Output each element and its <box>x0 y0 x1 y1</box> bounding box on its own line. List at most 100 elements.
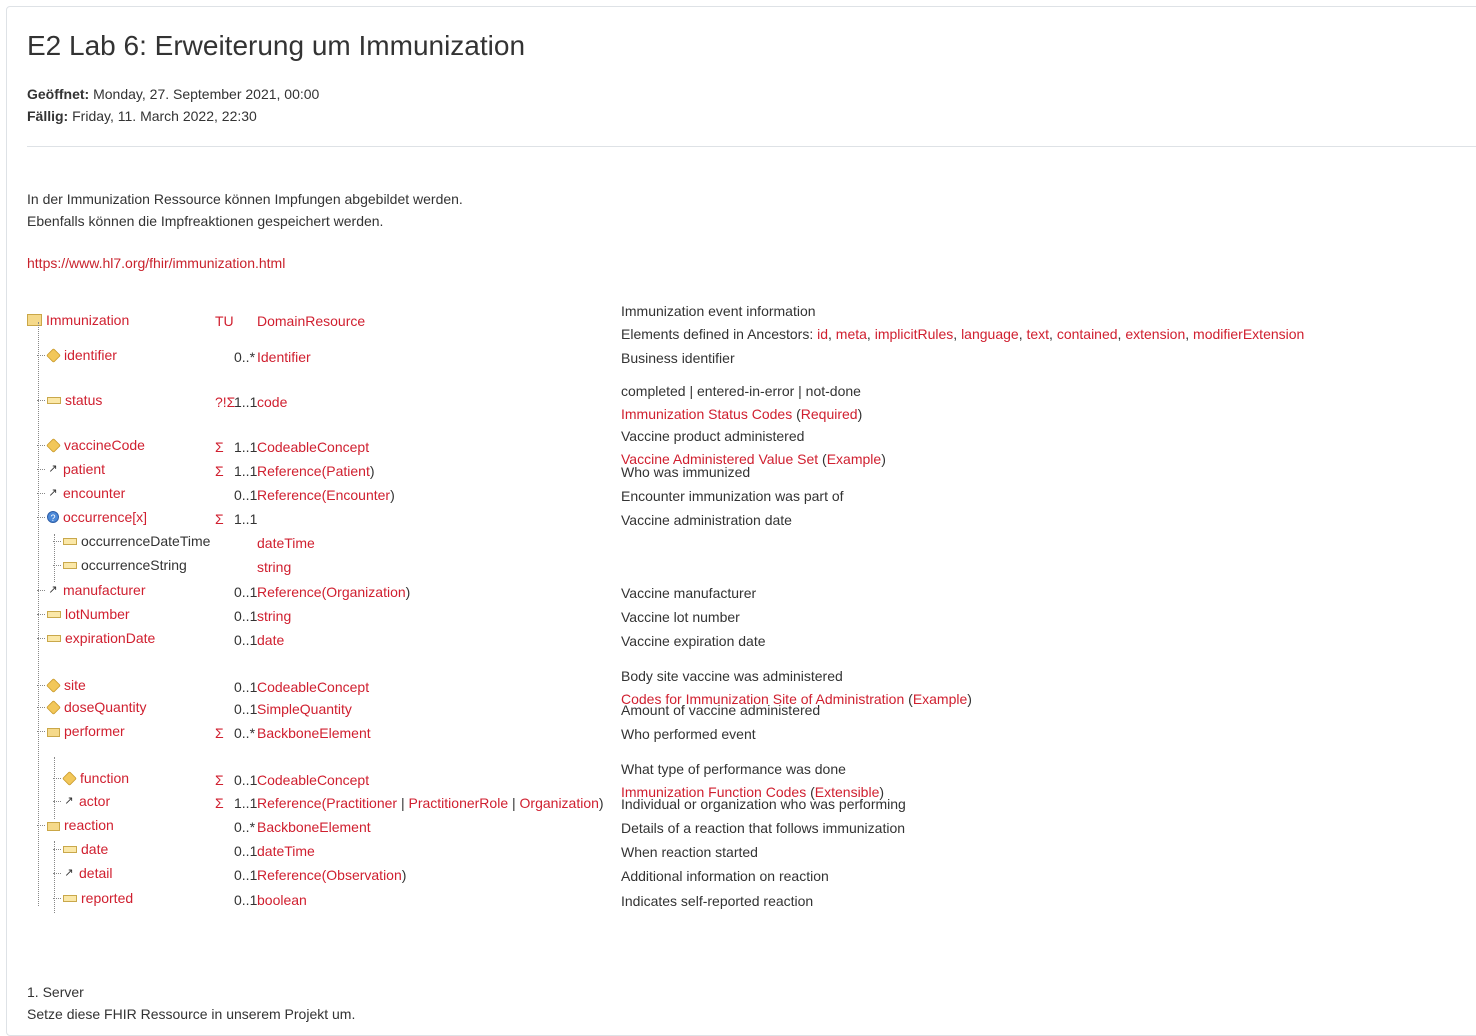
target-link[interactable]: PractitionerRole <box>409 795 509 811</box>
element-link[interactable]: identifier <box>64 347 117 363</box>
element-row: identifier 0..* Identifier Business identif… <box>27 347 1457 371</box>
description-line: Vaccine expiration date <box>621 633 766 649</box>
element-link[interactable]: site <box>64 677 86 693</box>
target-link[interactable]: Patient <box>326 463 370 479</box>
reference-icon: ↗ <box>48 463 58 475</box>
flags: Σ <box>215 795 224 811</box>
type-link[interactable]: Reference <box>257 795 322 811</box>
cardinality: 0..1 <box>234 843 258 859</box>
element-link[interactable]: vaccineCode <box>64 437 145 453</box>
primitive-icon <box>63 537 77 545</box>
type-link[interactable]: date <box>257 632 284 648</box>
type-link[interactable]: BackboneElement <box>257 819 371 835</box>
ancestor-link[interactable]: implicitRules <box>875 326 954 342</box>
tree-guide <box>54 534 55 582</box>
type-link[interactable]: boolean <box>257 892 307 908</box>
element-link[interactable]: expirationDate <box>65 630 155 646</box>
description-line: Vaccine product administered <box>621 428 805 444</box>
ancestor-link[interactable]: text <box>1026 326 1049 342</box>
cardinality: 0..* <box>234 819 256 835</box>
element-link[interactable]: date <box>81 841 108 857</box>
element-link[interactable]: performer <box>64 723 125 739</box>
description: Vaccine expiration date <box>621 630 766 653</box>
type-link[interactable]: string <box>257 559 291 575</box>
element-row: occurrenceDateTime dateTime <box>27 533 1457 557</box>
ancestor-link[interactable]: meta <box>836 326 867 342</box>
element-name: ↗ detail <box>53 865 112 881</box>
cardinality: 1..1 <box>234 463 258 479</box>
element-link[interactable]: manufacturer <box>63 582 145 598</box>
page-title: E2 Lab 6: Erweiterung um Immunization <box>27 30 526 61</box>
type-cell: boolean <box>257 892 307 908</box>
type-cell: Reference(Observation) <box>257 867 406 883</box>
flags: Σ <box>215 772 224 788</box>
binding-link[interactable]: Immunization Status Codes <box>621 406 792 422</box>
element-link[interactable]: status <box>65 392 102 408</box>
choice-icon: ? <box>47 511 59 523</box>
hl7-fhir-link[interactable]: https://www.hl7.org/fhir/immunization.ht… <box>27 255 285 271</box>
cube-icon <box>62 770 77 786</box>
type-cell: Identifier <box>257 349 311 365</box>
element-link[interactable]: detail <box>79 865 112 881</box>
flags: Σ <box>215 511 224 527</box>
ancestor-link[interactable]: contained <box>1057 326 1118 342</box>
element-row: ↗ detail 0..1 Reference(Observation) Additio… <box>27 865 1457 889</box>
element-link[interactable]: encounter <box>63 485 125 501</box>
type-link[interactable]: dateTime <box>257 843 315 859</box>
element-link[interactable]: reaction <box>64 817 114 833</box>
target-link[interactable]: Organization <box>520 795 599 811</box>
element-link[interactable]: function <box>80 770 129 786</box>
type-link[interactable]: DomainResource <box>257 313 365 329</box>
target-link[interactable]: Encounter <box>326 487 390 503</box>
element-link[interactable]: lotNumber <box>65 606 130 622</box>
flags: Σ <box>215 439 224 455</box>
element-link[interactable]: Immunization <box>46 312 129 328</box>
type-link[interactable]: code <box>257 394 287 410</box>
target-link[interactable]: Observation <box>326 867 401 883</box>
type-link[interactable]: SimpleQuantity <box>257 701 352 717</box>
primitive-icon <box>47 610 61 618</box>
cardinality: 0..1 <box>234 892 258 908</box>
cardinality: 0..1 <box>234 487 258 503</box>
element-link[interactable]: patient <box>63 461 105 477</box>
type-link[interactable]: Reference <box>257 584 322 600</box>
reference-icon: ↗ <box>64 795 74 807</box>
type-link[interactable]: Reference <box>257 487 322 503</box>
type-link[interactable]: Reference <box>257 867 322 883</box>
element-link[interactable]: actor <box>79 793 110 809</box>
type-link[interactable]: CodeableConcept <box>257 439 369 455</box>
type-link[interactable]: BackboneElement <box>257 725 371 741</box>
dates-block: Geöffnet: Monday, 27. September 2021, 00… <box>27 83 319 127</box>
element-label: occurrenceString <box>81 557 187 573</box>
folder-icon <box>47 728 60 737</box>
binding-strength-link[interactable]: Required <box>801 406 858 422</box>
type-link[interactable]: CodeableConcept <box>257 772 369 788</box>
ancestor-link[interactable]: id <box>817 326 828 342</box>
type-link[interactable]: CodeableConcept <box>257 679 369 695</box>
cube-icon <box>46 347 61 363</box>
element-link[interactable]: occurrence[x] <box>63 509 147 525</box>
element-link[interactable]: reported <box>81 890 133 906</box>
target-link[interactable]: Practitioner <box>326 795 397 811</box>
element-name: doseQuantity <box>37 699 147 715</box>
target-link[interactable]: Organization <box>326 584 405 600</box>
cardinality: 0..* <box>234 725 256 741</box>
type-link[interactable]: Identifier <box>257 349 311 365</box>
type-link[interactable]: Reference <box>257 463 322 479</box>
ancestor-link[interactable]: language <box>961 326 1019 342</box>
type-link[interactable]: dateTime <box>257 535 315 551</box>
description: Immunization event information Elements d… <box>621 300 1304 346</box>
element-row: ? occurrence[x] Σ 1..1 Vaccine administratio… <box>27 509 1457 533</box>
task-heading: 1. Server <box>27 984 84 1000</box>
description-line: Individual or organization who was perfo… <box>621 796 906 812</box>
cardinality: 0..1 <box>234 608 258 624</box>
cardinality: 0..1 <box>234 701 258 717</box>
element-link[interactable]: doseQuantity <box>64 699 147 715</box>
element-name: ↗ encounter <box>37 485 125 501</box>
ancestor-link[interactable]: extension <box>1125 326 1185 342</box>
ancestor-link[interactable]: modifierExtension <box>1193 326 1304 342</box>
type-cell: date <box>257 632 284 648</box>
description-line: Indicates self-reported reaction <box>621 893 814 909</box>
type-cell: BackboneElement <box>257 725 371 741</box>
type-link[interactable]: string <box>257 608 291 624</box>
